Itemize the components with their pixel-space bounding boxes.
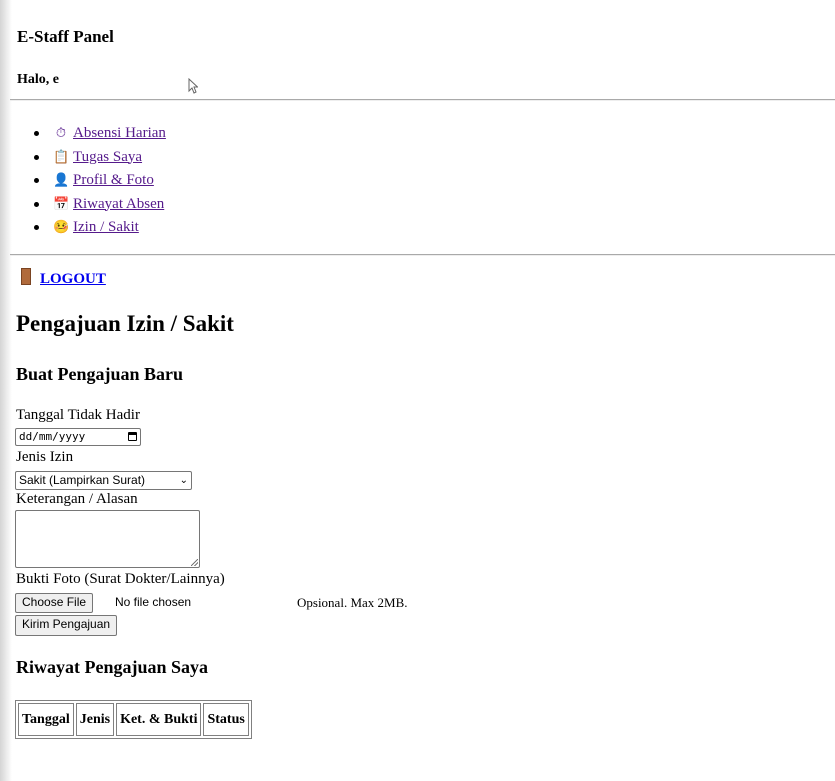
date-label: Tanggal Tidak Hadir [16,407,140,423]
nav-item-riwayat-absen: 📅 Riwayat Absen [34,192,166,216]
file-status: No file chosen [115,595,192,609]
nav-label: Profil & Foto [73,172,154,188]
logout-row: LOGOUT [17,268,106,288]
greeting: Halo, e [17,72,59,87]
nav-item-profil-foto: 👤 Profil & Foto [34,168,166,192]
nav-item-tugas-saya: 📋 Tugas Saya [34,145,166,169]
calendar-picker-icon[interactable] [128,432,137,441]
nav-link-riwayat-absen[interactable]: 📅 Riwayat Absen [53,196,164,212]
stopwatch-icon: ⏱ [55,125,67,140]
page-title: Pengajuan Izin / Sakit [16,311,234,336]
date-input[interactable]: dd/mm/yyyy [15,428,141,446]
leave-type-selected: Sakit (Lampirkan Surat) [19,473,146,487]
proof-label: Bukti Foto (Surat Dokter/Lainnya) [16,571,225,587]
clipboard-icon: 📋 [53,148,70,164]
reason-label: Keterangan / Alasan [16,491,138,507]
nav-label: Riwayat Absen [73,195,165,212]
leave-type-select[interactable]: Sakit (Lampirkan Surat) ⌄ [15,471,192,490]
nav-label: Tugas Saya [73,148,143,165]
logout-link[interactable]: LOGOUT [17,268,106,287]
divider [10,254,835,256]
reason-textarea[interactable] [15,510,200,568]
leave-type-label: Jenis Izin [16,449,74,465]
column-header-jenis: Jenis [75,703,115,736]
nav-link-profil-foto[interactable]: 👤 Profil & Foto [53,172,154,188]
nav-link-absensi-harian[interactable]: ⏱ Absensi Harian [53,125,166,141]
chevron-down-icon: ⌄ [179,475,188,486]
date-placeholder: dd/mm/yyyy [19,430,86,443]
user-icon: 👤 [53,172,70,187]
page: E-Staff Panel Halo, e ⏱ Absensi Harian 📋 T… [0,0,835,781]
mouse-cursor-icon [188,78,198,94]
column-header-keterangan-bukti: Ket. & Bukti [116,703,202,736]
history-table: Tanggal Jenis Ket. & Bukti Status [15,700,252,739]
door-icon [21,268,31,285]
calendar-icon: 📅 [53,195,70,211]
choose-file-button[interactable]: Choose File [15,593,94,613]
nav-label: Absensi Harian [73,125,166,141]
nav-item-absensi-harian: ⏱ Absensi Harian [34,121,166,145]
app-title: E-Staff Panel [17,27,114,46]
nav-link-tugas-saya[interactable]: 📋 Tugas Saya [53,149,142,165]
logout-label: LOGOUT [40,271,106,287]
form-section-title: Buat Pengajuan Baru [16,364,184,384]
nav-item-izin-sakit: 🤒 Izin / Sakit [34,215,166,239]
divider [10,99,835,101]
resize-grip-icon[interactable] [191,559,198,566]
table-header-row: Tanggal Jenis Ket. & Bukti Status [18,703,249,736]
nav-label: Izin / Sakit [73,219,139,235]
sick-face-icon: 🤒 [53,219,70,234]
window-edge-shadow [0,0,12,781]
file-hint: Opsional. Max 2MB. [297,595,408,610]
column-header-tanggal: Tanggal [18,703,74,736]
column-header-status: Status [203,703,249,736]
submit-button[interactable]: Kirim Pengajuan [15,615,118,636]
history-section-title: Riwayat Pengajuan Saya [16,657,209,677]
main-nav: ⏱ Absensi Harian 📋 Tugas Saya 👤 Profil & Fo… [34,121,166,239]
nav-link-izin-sakit[interactable]: 🤒 Izin / Sakit [53,219,139,235]
